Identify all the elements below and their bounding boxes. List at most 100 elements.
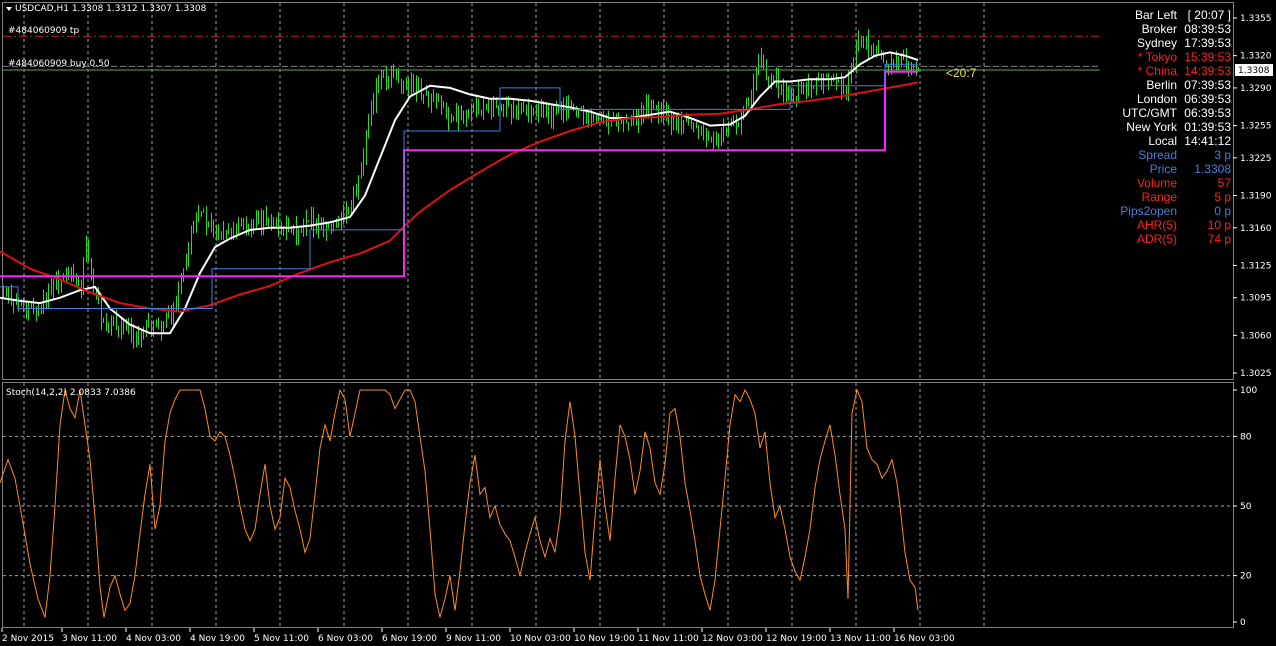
candle-body: [431, 94, 432, 103]
candle-body: [381, 76, 382, 82]
chart-title: USDCAD,H1 1.3308 1.3312 1.3307 1.3308: [6, 4, 206, 14]
candle-body: [23, 304, 24, 306]
candle-body: [533, 112, 534, 116]
candle-body: [168, 314, 169, 317]
candle-body: [273, 221, 274, 227]
candle-body: [796, 96, 797, 101]
candle-body: [436, 99, 437, 101]
candle-body: [378, 81, 379, 84]
candle-body: [68, 271, 69, 274]
x-tick-label: 3 Nov 11:00: [62, 634, 117, 644]
candle-body: [118, 326, 119, 332]
info-row: * Tokyo 15:39:53: [1061, 50, 1231, 64]
info-row: Range 5 p: [1061, 190, 1231, 204]
candle-body: [753, 81, 754, 97]
candle-body: [501, 103, 502, 107]
candle-body: [701, 125, 702, 131]
candle-body: [871, 48, 872, 52]
candle-body: [513, 108, 514, 118]
candle-body: [446, 107, 447, 112]
candle-body: [531, 107, 532, 116]
candle-body: [478, 103, 479, 114]
x-tick-label: 12 Nov 03:00: [702, 634, 763, 644]
candle-body: [58, 279, 59, 287]
candle-body: [163, 322, 164, 332]
candle-body: [741, 114, 742, 125]
info-value: 07:39:53: [1184, 78, 1231, 92]
y-tick-label: 1.3225: [1240, 154, 1272, 164]
candle-body: [713, 137, 714, 142]
candle-body: [116, 319, 117, 327]
candle-body: [706, 138, 707, 140]
candle-body: [898, 59, 899, 65]
candle-body: [691, 120, 692, 126]
candle-body: [523, 104, 524, 110]
candle-body: [208, 222, 209, 226]
candle-body: [486, 105, 487, 109]
candle-body: [266, 214, 267, 223]
candle-body: [256, 218, 257, 223]
candle-body: [806, 82, 807, 91]
candle-body: [506, 106, 507, 115]
candle-body: [508, 105, 509, 107]
candle-body: [866, 39, 867, 46]
info-row: ADR(5) 74 p: [1061, 232, 1231, 246]
x-tick-label: 6 Nov 19:00: [382, 634, 437, 644]
candles-layer: [3, 29, 919, 349]
info-value: 1.3308: [1194, 162, 1231, 176]
x-tick-label: 10 Nov 19:00: [574, 634, 635, 644]
candle-body: [623, 119, 624, 123]
candle-body: [106, 321, 107, 329]
candle-body: [843, 86, 844, 93]
candle-body: [346, 208, 347, 213]
candle-body: [698, 127, 699, 131]
candle-body: [583, 110, 584, 120]
candle-body: [328, 227, 329, 229]
candle-body: [736, 122, 737, 127]
info-value: 10 p: [1207, 218, 1231, 232]
candle-body: [258, 217, 259, 219]
candle-body: [556, 107, 557, 114]
candle-body: [33, 306, 34, 313]
candle-body: [758, 61, 759, 72]
candle-body: [883, 55, 884, 62]
candle-body: [401, 81, 402, 93]
chevron-down-icon[interactable]: [6, 6, 12, 11]
candle-body: [786, 92, 787, 96]
candle-body: [386, 75, 387, 90]
info-value: 74 p: [1207, 232, 1231, 246]
candle-body: [186, 258, 187, 269]
candle-body: [546, 109, 547, 113]
chart-frames: [2, 2, 1234, 628]
candle-body: [723, 127, 724, 133]
candle-body: [493, 101, 494, 111]
candle-body: [53, 286, 54, 290]
series-layer: [0, 51, 919, 335]
candle-body: [413, 76, 414, 84]
candle-body: [453, 116, 454, 118]
candle-body: [826, 76, 827, 78]
candle-body: [371, 110, 372, 117]
candle-body: [223, 231, 224, 233]
candle-body: [126, 326, 127, 330]
candle-body: [138, 333, 139, 338]
candle-body: [788, 90, 789, 93]
candle-body: [171, 314, 172, 316]
info-row: Broker 08:39:53: [1061, 22, 1231, 36]
candle-body: [833, 79, 834, 81]
candle-body: [388, 77, 389, 90]
candle-body: [136, 333, 137, 341]
candle-body: [201, 211, 202, 213]
candle-body: [646, 104, 647, 114]
candle-body: [83, 258, 84, 291]
candle-body: [108, 322, 109, 329]
candle-body: [721, 132, 722, 141]
candle-body: [103, 320, 104, 322]
candle-body: [31, 306, 32, 308]
y-tick-label: 1.3355: [1240, 14, 1272, 24]
candle-body: [831, 79, 832, 83]
candle-body: [823, 76, 824, 87]
info-row: UTC/GMT 06:39:53: [1061, 106, 1231, 120]
candle-body: [548, 109, 549, 115]
stoch-y-tick-label: 80: [1240, 432, 1252, 442]
